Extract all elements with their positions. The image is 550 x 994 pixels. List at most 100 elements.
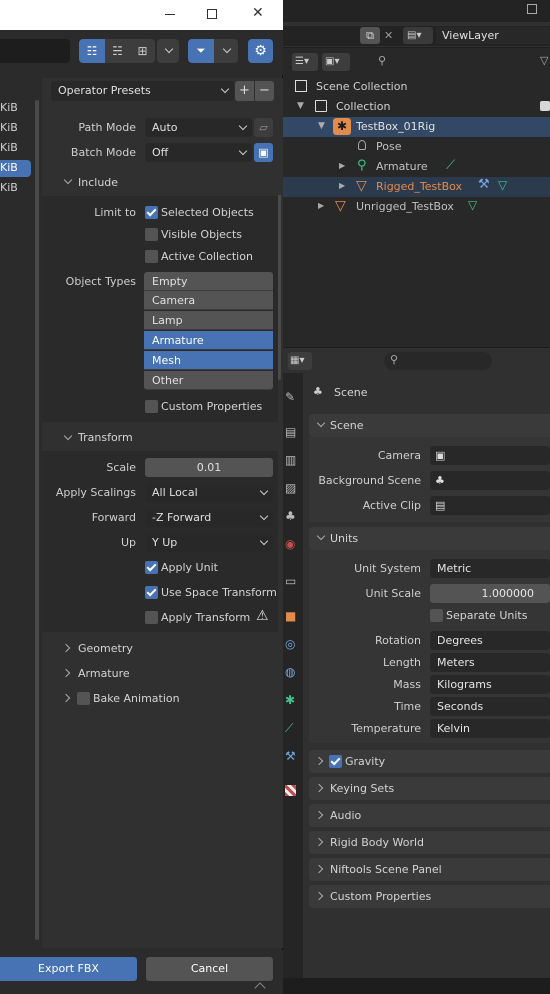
file-size[interactable]: KiB bbox=[0, 181, 18, 194]
display-settings-button[interactable] bbox=[157, 39, 179, 63]
expand-arrow[interactable]: ▼ bbox=[318, 121, 325, 131]
expand-arrow[interactable]: ▶ bbox=[339, 181, 345, 190]
add-preset-button[interactable]: + bbox=[235, 81, 254, 101]
filter-button[interactable]: ⏷ bbox=[188, 39, 214, 63]
properties-search-input[interactable]: ⚲ bbox=[384, 352, 492, 370]
file-size[interactable]: KiB bbox=[0, 121, 18, 134]
rotation-select[interactable]: Degrees bbox=[430, 631, 550, 650]
background-scene-field[interactable]: ♣ bbox=[430, 471, 550, 490]
texture-tab-icon[interactable] bbox=[285, 785, 296, 796]
custom-properties-panel-header[interactable]: Custom Properties bbox=[309, 885, 550, 908]
unit-system-select[interactable]: Metric bbox=[430, 559, 550, 578]
up-select[interactable]: Y Up bbox=[145, 533, 273, 552]
display-thumbnail-button[interactable]: ⊞ bbox=[130, 39, 155, 63]
outliner-row-pose[interactable]: Pose bbox=[376, 140, 401, 153]
display-detail-button[interactable]: ☵ bbox=[105, 39, 130, 63]
expand-arrow[interactable]: ▶ bbox=[339, 161, 345, 170]
world-tab-icon[interactable]: ◉ bbox=[285, 537, 295, 551]
custom-properties-checkbox[interactable] bbox=[145, 400, 158, 413]
object-data-tab-icon[interactable]: ✱ bbox=[285, 693, 295, 707]
collection-tab-icon[interactable]: ▭ bbox=[285, 574, 296, 588]
operator-presets-select[interactable]: Operator Presets bbox=[51, 81, 234, 101]
outliner-row-scene-collection[interactable]: Scene Collection bbox=[316, 80, 407, 93]
object-type-lamp[interactable]: Lamp bbox=[144, 311, 273, 330]
file-size[interactable]: KiB bbox=[0, 141, 18, 154]
scene-panel-header[interactable]: Scene bbox=[309, 414, 550, 437]
tool-tab-icon[interactable]: ✎ bbox=[285, 390, 295, 404]
minimize-icon[interactable] bbox=[165, 14, 175, 15]
file-size[interactable]: KiB bbox=[0, 101, 18, 114]
scene-tab-icon[interactable]: ♣ bbox=[285, 509, 296, 523]
mesh-data-icon[interactable]: ▽ bbox=[468, 198, 477, 212]
remove-preset-button[interactable]: − bbox=[255, 81, 274, 101]
expand-arrow[interactable]: ▼ bbox=[297, 101, 304, 111]
bone-tab-icon[interactable]: ⟋ bbox=[285, 721, 293, 736]
geometry-section-header[interactable]: Geometry bbox=[42, 637, 278, 660]
forward-select[interactable]: -Z Forward bbox=[145, 508, 273, 527]
camera-field[interactable]: ▣ bbox=[430, 446, 550, 465]
object-type-armature[interactable]: Armature bbox=[144, 331, 273, 350]
expand-arrow[interactable]: ▶ bbox=[318, 201, 324, 210]
object-type-empty[interactable]: Empty bbox=[144, 272, 273, 291]
gravity-panel-header[interactable]: Gravity bbox=[309, 750, 550, 773]
close-icon[interactable]: ✕ bbox=[384, 27, 396, 44]
display-list-button[interactable]: ☷ bbox=[79, 39, 105, 63]
time-select[interactable]: Seconds bbox=[430, 697, 550, 716]
export-fbx-button[interactable]: Export FBX bbox=[0, 957, 137, 981]
bone-icon[interactable]: ⟋ bbox=[446, 158, 455, 173]
rigid-body-world-panel-header[interactable]: Rigid Body World bbox=[309, 831, 550, 854]
bake-animation-section-header[interactable]: Bake Animation bbox=[42, 687, 278, 710]
filter-icon[interactable]: ▽ bbox=[540, 54, 548, 67]
outliner-row-armature[interactable]: Armature bbox=[376, 160, 428, 173]
audio-panel-header[interactable]: Audio bbox=[309, 804, 550, 827]
embed-textures-icon[interactable]: ▱ bbox=[254, 118, 273, 137]
path-mode-select[interactable]: Auto bbox=[145, 118, 252, 137]
batch-mode-select[interactable]: Off bbox=[145, 143, 252, 162]
active-collection-checkbox[interactable] bbox=[145, 250, 158, 263]
temperature-select[interactable]: Kelvin bbox=[430, 719, 550, 738]
unit-scale-field[interactable]: 1.000000 bbox=[430, 584, 550, 603]
filter-settings-button[interactable] bbox=[214, 39, 238, 63]
view-layer-selector[interactable]: ▤▾ bbox=[403, 27, 433, 44]
restore-window-icon[interactable] bbox=[527, 4, 537, 14]
object-tab-icon[interactable]: ■ bbox=[285, 609, 296, 623]
view-layer-tab-icon[interactable]: ▨ bbox=[285, 481, 296, 495]
file-list-scrollbar[interactable] bbox=[35, 100, 39, 940]
apply-scalings-select[interactable]: All Local bbox=[145, 483, 273, 502]
options-scrollbar[interactable] bbox=[278, 180, 281, 380]
gear-icon[interactable]: ⚙ bbox=[248, 39, 273, 63]
modifier-tab-icon[interactable]: ◎ bbox=[285, 637, 295, 651]
file-size[interactable]: KiB bbox=[0, 161, 18, 174]
object-type-camera[interactable]: Camera bbox=[144, 291, 273, 310]
active-clip-field[interactable]: ▤ bbox=[430, 496, 550, 515]
output-tab-icon[interactable]: ▥ bbox=[285, 453, 296, 467]
visible-objects-checkbox[interactable] bbox=[145, 228, 158, 241]
niftools-panel-header[interactable]: Niftools Scene Panel bbox=[309, 858, 550, 881]
render-tab-icon[interactable]: ▤ bbox=[285, 425, 296, 439]
gravity-checkbox[interactable] bbox=[329, 755, 342, 768]
outliner-row-unrigged-testbox[interactable]: Unrigged_TestBox bbox=[356, 200, 454, 213]
armature-section-header[interactable]: Armature bbox=[42, 662, 278, 685]
cancel-button[interactable]: Cancel bbox=[146, 957, 273, 981]
scale-field[interactable]: 0.01 bbox=[145, 458, 273, 477]
outliner-row-testbox-rig[interactable]: TestBox_01Rig bbox=[356, 120, 435, 133]
physics-tab-icon[interactable]: ◍ bbox=[285, 665, 295, 679]
object-type-other[interactable]: Other bbox=[144, 371, 273, 390]
object-type-mesh[interactable]: Mesh bbox=[144, 351, 273, 370]
keying-sets-panel-header[interactable]: Keying Sets bbox=[309, 777, 550, 800]
apply-transform-checkbox[interactable] bbox=[145, 611, 158, 624]
view-layer-name[interactable]: ViewLayer bbox=[436, 27, 550, 44]
display-mode-button[interactable]: ▣▾ bbox=[322, 53, 350, 71]
mass-select[interactable]: Kilograms bbox=[430, 675, 550, 694]
separate-units-checkbox[interactable] bbox=[430, 609, 443, 622]
close-icon[interactable]: ✕ bbox=[252, 5, 264, 21]
editor-type-button[interactable]: ▦▾ bbox=[288, 352, 312, 370]
selected-objects-checkbox[interactable] bbox=[145, 206, 158, 219]
use-space-transform-checkbox[interactable] bbox=[145, 586, 158, 599]
batch-own-dir-icon[interactable]: ▣ bbox=[254, 143, 273, 162]
path-input[interactable] bbox=[0, 39, 70, 63]
outliner-search-input[interactable]: ⚲ bbox=[372, 53, 480, 71]
maximize-icon[interactable] bbox=[207, 9, 217, 19]
apply-unit-checkbox[interactable] bbox=[145, 561, 158, 574]
length-select[interactable]: Meters bbox=[430, 653, 550, 672]
